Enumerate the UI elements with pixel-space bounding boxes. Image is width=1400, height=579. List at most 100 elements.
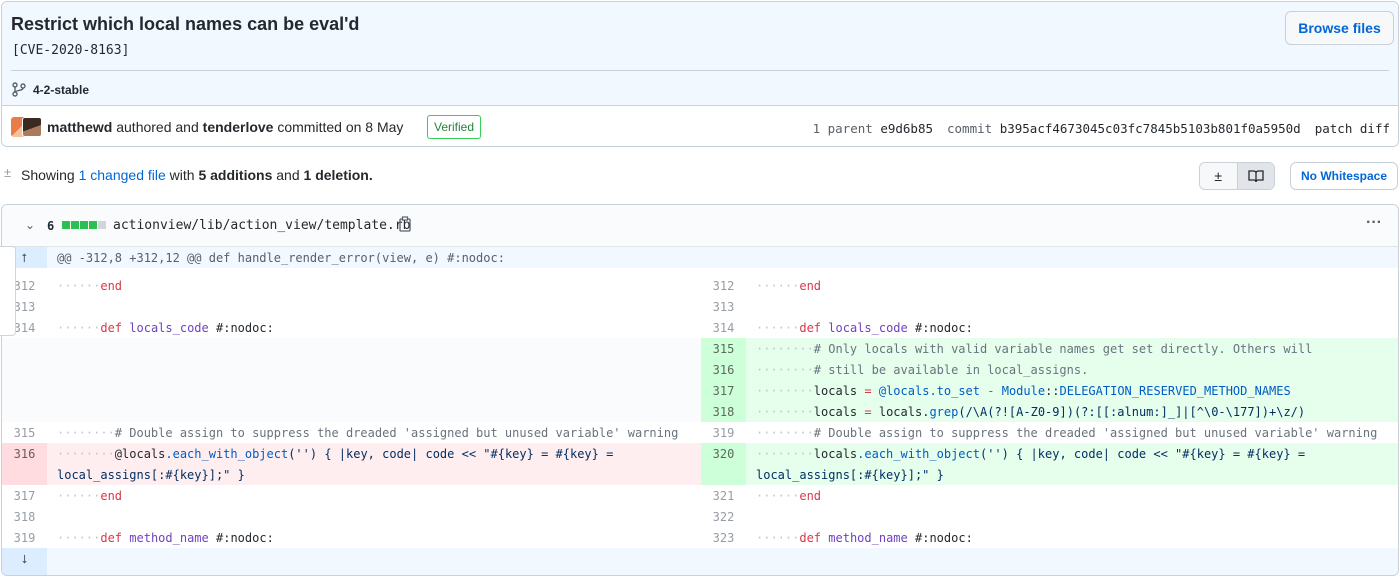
diff-link[interactable]: diff <box>1360 121 1390 136</box>
diffstat-block-add <box>71 221 79 229</box>
diffstat-block-neutral <box>98 221 106 229</box>
commit-title-section: Restrict which local names can be eval'd… <box>2 2 1398 106</box>
and-text: and <box>276 167 300 183</box>
kebab-menu-icon[interactable]: ··· <box>1366 214 1382 232</box>
code-line: ········locals = @locals.to_set - Module… <box>756 384 1291 398</box>
line-number[interactable]: 318 <box>2 506 47 527</box>
plus-minus-icon: ± <box>1214 168 1223 184</box>
changed-files-link[interactable]: 1 changed file <box>79 167 166 183</box>
table-row: 312 ······end 312 ······end <box>2 275 1398 296</box>
verified-badge[interactable]: Verified <box>427 115 482 139</box>
line-number[interactable]: 316 <box>2 443 47 485</box>
table-row: 314 ······def locals_code #:nodoc: 314 ···… <box>2 317 1398 338</box>
hunk-header: @@ -312,8 +312,12 @@ def handle_render_e… <box>57 251 505 265</box>
change-count: 6 <box>47 219 55 233</box>
code-line: ······def method_name #:nodoc: <box>756 531 973 545</box>
diff-icon: ± <box>4 165 12 180</box>
line-number[interactable]: 314 <box>701 317 746 338</box>
line-number[interactable]: 313 <box>701 296 746 317</box>
commit-shas: 1 parent e9d6b85 commit b395acf4673045c0… <box>813 121 1390 136</box>
table-row: 319 ······def method_name #:nodoc: 323 ···… <box>2 527 1398 548</box>
line-number[interactable]: 317 <box>2 485 47 506</box>
code-line: ······end <box>57 489 123 503</box>
browse-files-button[interactable]: Browse files <box>1285 11 1394 45</box>
line-number[interactable]: 317 <box>701 380 746 401</box>
line-number[interactable]: 312 <box>701 275 746 296</box>
additions-count: 5 additions <box>198 167 273 183</box>
empty-cell <box>2 338 47 359</box>
parent-label: 1 parent <box>812 121 873 136</box>
line-number[interactable]: 322 <box>701 506 746 527</box>
code-line: ······end <box>756 489 822 503</box>
line-number[interactable]: 315 <box>701 338 746 359</box>
code-line-wrap: local_assigns[:#{key}];" } <box>756 468 944 482</box>
empty-cell <box>2 380 47 401</box>
showing-text: Showing <box>21 167 75 183</box>
line-number[interactable]: 321 <box>701 485 746 506</box>
table-row: 318 322 <box>2 506 1398 527</box>
code-line-wrap: local_assigns[:#{key}];" } <box>57 468 245 482</box>
expand-row: ⭣ <box>2 548 1398 575</box>
code-line: ········# still be available in local_as… <box>756 363 1089 377</box>
diffstat-block-add <box>80 221 88 229</box>
committed-text: committed on 8 May <box>277 119 404 135</box>
table-row: 317 ········locals = @locals.to_set - Mod… <box>2 380 1398 401</box>
code-line: ······def locals_code #:nodoc: <box>756 321 973 335</box>
line-number[interactable]: 320 <box>701 443 746 485</box>
commit-description: [CVE-2020-8163] <box>12 43 130 58</box>
with-text: with <box>169 167 195 183</box>
table-row: 317 ······end 321 ······end <box>2 485 1398 506</box>
commit-label: commit <box>947 121 993 136</box>
diff-view-toggle: ± <box>1199 162 1275 190</box>
diffstat-block-add <box>89 221 97 229</box>
line-number[interactable]: 323 <box>701 527 746 548</box>
empty-cell <box>2 401 47 422</box>
code-line: ········# Double assign to suppress the … <box>57 426 679 440</box>
divider <box>11 70 1389 71</box>
committer-avatar[interactable] <box>22 117 42 137</box>
split-view-button[interactable] <box>1236 163 1274 189</box>
book-icon <box>1248 170 1264 183</box>
file-diff: ⌄ 6 actionview/lib/action_view/template.… <box>1 204 1399 576</box>
table-row: 316 ········@locals.each_with_object('') … <box>2 443 1398 485</box>
patch-link[interactable]: patch <box>1315 121 1353 136</box>
empty-cell <box>2 359 47 380</box>
line-number[interactable]: 316 <box>701 359 746 380</box>
chevron-down-icon[interactable]: ⌄ <box>25 218 35 232</box>
commit-title: Restrict which local names can be eval'd <box>11 14 360 34</box>
commit-header: Restrict which local names can be eval'd… <box>1 1 1399 147</box>
code-line: ······def locals_code #:nodoc: <box>57 321 274 335</box>
commit-meta: matthewd authored and tenderlove committ… <box>2 106 1398 146</box>
branch-link[interactable]: 4-2-stable <box>33 83 89 97</box>
file-header: ⌄ 6 actionview/lib/action_view/template.… <box>2 205 1398 247</box>
hunk-header-row: ⭡ @@ -312,8 +312,12 @@ def handle_render… <box>2 247 1398 268</box>
git-branch-icon <box>12 82 26 97</box>
line-number[interactable]: 319 <box>2 527 47 548</box>
code-line: ········locals = locals.grep(/\A(?![A-Z0… <box>756 405 1306 419</box>
line-number[interactable]: 318 <box>701 401 746 422</box>
code-line: ········# Double assign to suppress the … <box>756 426 1378 440</box>
file-path-link[interactable]: actionview/lib/action_view/template.rb <box>113 218 410 233</box>
line-number[interactable]: 315 <box>2 422 47 443</box>
commit-attribution: matthewd authored and tenderlove committ… <box>47 119 403 135</box>
diffstat-block-add <box>62 221 70 229</box>
line-number[interactable]: 319 <box>701 422 746 443</box>
parent-sha-link[interactable]: e9d6b85 <box>880 121 933 136</box>
table-row: 316 ········# still be available in local… <box>2 359 1398 380</box>
code-line: ······def method_name #:nodoc: <box>57 531 274 545</box>
expand-down-icon[interactable]: ⭣ <box>2 548 47 575</box>
code-line: ······end <box>57 279 123 293</box>
author-link[interactable]: matthewd <box>47 119 112 135</box>
diff-summary: Showing 1 changed file with 5 additions … <box>21 167 373 183</box>
expand-area[interactable] <box>47 548 1398 575</box>
committer-link[interactable]: tenderlove <box>203 119 274 135</box>
unified-view-button[interactable]: ± <box>1200 163 1237 189</box>
side-panel-tab[interactable] <box>0 246 16 336</box>
clipboard-icon[interactable] <box>399 216 411 232</box>
commit-sha: b395acf4673045c03fc7845b5103b801f0a5950d <box>999 121 1301 136</box>
deletions-count: 1 deletion. <box>303 167 373 183</box>
no-whitespace-button[interactable]: No Whitespace <box>1290 162 1398 190</box>
